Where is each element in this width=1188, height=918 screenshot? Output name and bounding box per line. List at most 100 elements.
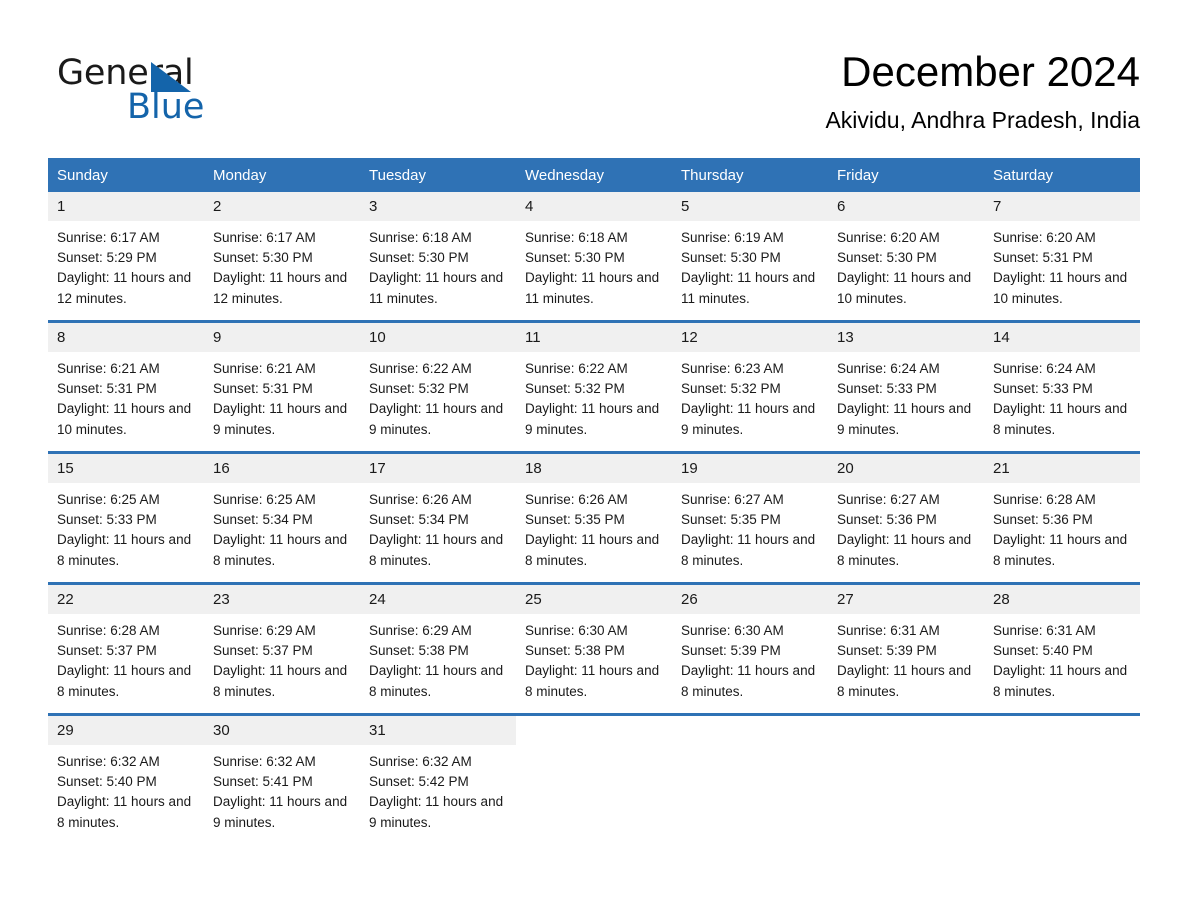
sunset-text: Sunset: 5:40 PM — [57, 774, 157, 790]
sunrise-text: Sunrise: 6:23 AM — [681, 361, 784, 376]
day-number: 17 — [360, 454, 516, 483]
sunset-text: Sunset: 5:30 PM — [681, 250, 781, 266]
day-cell[interactable]: 3 Sunrise: 6:18 AM Sunset: 5:30 PM Daylight… — [360, 192, 516, 322]
sunrise-text: Sunrise: 6:28 AM — [57, 623, 160, 638]
day-info: Sunrise: 6:22 AM Sunset: 5:32 PM Daylight:… — [360, 352, 516, 440]
weekday-header-saturday: Saturday — [984, 158, 1140, 192]
day-cell[interactable]: 31 Sunrise: 6:32 AM Sunset: 5:42 PM Dayligh… — [360, 713, 516, 844]
day-cell[interactable]: 9 Sunrise: 6:21 AM Sunset: 5:31 PM Daylight… — [204, 320, 360, 453]
sunset-text: Sunset: 5:39 PM — [681, 643, 781, 659]
sunrise-text: Sunrise: 6:32 AM — [57, 754, 160, 769]
sunrise-text: Sunrise: 6:25 AM — [213, 492, 316, 507]
day-number: 21 — [984, 454, 1140, 483]
day-cell[interactable]: 8 Sunrise: 6:21 AM Sunset: 5:31 PM Daylight… — [48, 320, 204, 453]
day-info: Sunrise: 6:28 AM Sunset: 5:37 PM Daylight:… — [48, 614, 204, 702]
sunset-text: Sunset: 5:34 PM — [369, 512, 469, 528]
daylight-text: Daylight: 11 hours and 9 minutes. — [837, 401, 972, 437]
daylight-text: Daylight: 11 hours and 11 minutes. — [525, 270, 660, 306]
day-cell[interactable]: 10 Sunrise: 6:22 AM Sunset: 5:32 PM Dayligh… — [360, 320, 516, 453]
day-cell[interactable]: 28 Sunrise: 6:31 AM Sunset: 5:40 PM Dayligh… — [984, 582, 1140, 715]
day-info: Sunrise: 6:20 AM Sunset: 5:30 PM Daylight:… — [828, 221, 984, 309]
weekday-header-monday: Monday — [204, 158, 360, 192]
day-cell[interactable]: 30 Sunrise: 6:32 AM Sunset: 5:41 PM Dayligh… — [204, 713, 360, 844]
day-cell[interactable]: 12 Sunrise: 6:23 AM Sunset: 5:32 PM Dayligh… — [672, 320, 828, 453]
day-number: 5 — [672, 192, 828, 221]
daylight-text: Daylight: 11 hours and 11 minutes. — [369, 270, 504, 306]
day-cell[interactable]: 16 Sunrise: 6:25 AM Sunset: 5:34 PM Dayligh… — [204, 451, 360, 584]
day-cell[interactable]: 1 Sunrise: 6:17 AM Sunset: 5:29 PM Daylight… — [48, 192, 204, 322]
sunrise-text: Sunrise: 6:26 AM — [369, 492, 472, 507]
day-cell[interactable]: 2 Sunrise: 6:17 AM Sunset: 5:30 PM Daylight… — [204, 192, 360, 322]
day-cell[interactable]: 5 Sunrise: 6:19 AM Sunset: 5:30 PM Daylight… — [672, 192, 828, 322]
day-cell[interactable]: 27 Sunrise: 6:31 AM Sunset: 5:39 PM Dayligh… — [828, 582, 984, 715]
day-number: 13 — [828, 323, 984, 352]
general-blue-logo: General Blue — [57, 53, 297, 129]
daylight-text: Daylight: 11 hours and 11 minutes. — [681, 270, 816, 306]
sunset-text: Sunset: 5:39 PM — [837, 643, 937, 659]
sunrise-text: Sunrise: 6:31 AM — [993, 623, 1096, 638]
sunrise-text: Sunrise: 6:27 AM — [681, 492, 784, 507]
daylight-text: Daylight: 11 hours and 9 minutes. — [213, 794, 348, 830]
sunrise-sunset-calendar: Sunday Monday Tuesday Wednesday Thursday… — [48, 158, 1140, 844]
day-cell[interactable]: 26 Sunrise: 6:30 AM Sunset: 5:39 PM Dayligh… — [672, 582, 828, 715]
sunrise-text: Sunrise: 6:22 AM — [369, 361, 472, 376]
day-cell[interactable]: 7 Sunrise: 6:20 AM Sunset: 5:31 PM Daylight… — [984, 192, 1140, 322]
day-info: Sunrise: 6:22 AM Sunset: 5:32 PM Daylight:… — [516, 352, 672, 440]
day-cell[interactable]: 18 Sunrise: 6:26 AM Sunset: 5:35 PM Dayligh… — [516, 451, 672, 584]
daylight-text: Daylight: 11 hours and 8 minutes. — [369, 663, 504, 699]
day-info: Sunrise: 6:30 AM Sunset: 5:39 PM Daylight:… — [672, 614, 828, 702]
day-cell[interactable]: 17 Sunrise: 6:26 AM Sunset: 5:34 PM Dayligh… — [360, 451, 516, 584]
day-number: 27 — [828, 585, 984, 614]
sunrise-text: Sunrise: 6:25 AM — [57, 492, 160, 507]
day-info: Sunrise: 6:17 AM Sunset: 5:29 PM Daylight:… — [48, 221, 204, 309]
day-cell[interactable]: 25 Sunrise: 6:30 AM Sunset: 5:38 PM Dayligh… — [516, 582, 672, 715]
day-cell[interactable]: 29 Sunrise: 6:32 AM Sunset: 5:40 PM Dayligh… — [48, 713, 204, 844]
page-header: General Blue December 2024 Akividu, Andh… — [0, 0, 1188, 150]
day-cell[interactable]: 23 Sunrise: 6:29 AM Sunset: 5:37 PM Dayligh… — [204, 582, 360, 715]
sunset-text: Sunset: 5:37 PM — [213, 643, 313, 659]
daylight-text: Daylight: 11 hours and 9 minutes. — [525, 401, 660, 437]
sunrise-text: Sunrise: 6:18 AM — [525, 230, 628, 245]
sunset-text: Sunset: 5:33 PM — [57, 512, 157, 528]
day-cell[interactable]: 11 Sunrise: 6:22 AM Sunset: 5:32 PM Dayligh… — [516, 320, 672, 453]
day-cell[interactable]: 4 Sunrise: 6:18 AM Sunset: 5:30 PM Daylight… — [516, 192, 672, 322]
daylight-text: Daylight: 11 hours and 10 minutes. — [57, 401, 192, 437]
day-cell[interactable]: 21 Sunrise: 6:28 AM Sunset: 5:36 PM Dayligh… — [984, 451, 1140, 584]
day-number: 3 — [360, 192, 516, 221]
day-number: 1 — [48, 192, 204, 221]
day-cell[interactable]: 24 Sunrise: 6:29 AM Sunset: 5:38 PM Dayligh… — [360, 582, 516, 715]
sunrise-text: Sunrise: 6:27 AM — [837, 492, 940, 507]
day-cell[interactable]: 6 Sunrise: 6:20 AM Sunset: 5:30 PM Daylight… — [828, 192, 984, 322]
daylight-text: Daylight: 11 hours and 9 minutes. — [369, 794, 504, 830]
day-info: Sunrise: 6:27 AM Sunset: 5:35 PM Daylight:… — [672, 483, 828, 571]
day-cell[interactable]: 14 Sunrise: 6:24 AM Sunset: 5:33 PM Dayligh… — [984, 320, 1140, 453]
daylight-text: Daylight: 11 hours and 9 minutes. — [369, 401, 504, 437]
sunset-text: Sunset: 5:42 PM — [369, 774, 469, 790]
day-info: Sunrise: 6:25 AM Sunset: 5:33 PM Daylight:… — [48, 483, 204, 571]
day-cell[interactable]: 15 Sunrise: 6:25 AM Sunset: 5:33 PM Dayligh… — [48, 451, 204, 584]
sunrise-text: Sunrise: 6:21 AM — [57, 361, 160, 376]
sunrise-text: Sunrise: 6:32 AM — [369, 754, 472, 769]
weekday-header-thursday: Thursday — [672, 158, 828, 192]
sunset-text: Sunset: 5:38 PM — [369, 643, 469, 659]
day-cell[interactable]: 22 Sunrise: 6:28 AM Sunset: 5:37 PM Dayligh… — [48, 582, 204, 715]
daylight-text: Daylight: 11 hours and 8 minutes. — [681, 532, 816, 568]
sunrise-text: Sunrise: 6:32 AM — [213, 754, 316, 769]
day-cell[interactable]: 19 Sunrise: 6:27 AM Sunset: 5:35 PM Dayligh… — [672, 451, 828, 584]
day-cell[interactable]: 20 Sunrise: 6:27 AM Sunset: 5:36 PM Dayligh… — [828, 451, 984, 584]
daylight-text: Daylight: 11 hours and 10 minutes. — [993, 270, 1128, 306]
daylight-text: Daylight: 11 hours and 8 minutes. — [837, 532, 972, 568]
sunrise-text: Sunrise: 6:28 AM — [993, 492, 1096, 507]
daylight-text: Daylight: 11 hours and 12 minutes. — [213, 270, 348, 306]
day-number: 24 — [360, 585, 516, 614]
day-info: Sunrise: 6:24 AM Sunset: 5:33 PM Daylight:… — [984, 352, 1140, 440]
daylight-text: Daylight: 11 hours and 8 minutes. — [57, 532, 192, 568]
day-number: 23 — [204, 585, 360, 614]
day-info: Sunrise: 6:32 AM Sunset: 5:40 PM Daylight:… — [48, 745, 204, 833]
sunset-text: Sunset: 5:33 PM — [837, 381, 937, 397]
sunrise-text: Sunrise: 6:20 AM — [993, 230, 1096, 245]
daylight-text: Daylight: 11 hours and 8 minutes. — [993, 532, 1128, 568]
day-cell[interactable]: 13 Sunrise: 6:24 AM Sunset: 5:33 PM Dayligh… — [828, 320, 984, 453]
sunset-text: Sunset: 5:30 PM — [369, 250, 469, 266]
weekday-header-sunday: Sunday — [48, 158, 204, 192]
